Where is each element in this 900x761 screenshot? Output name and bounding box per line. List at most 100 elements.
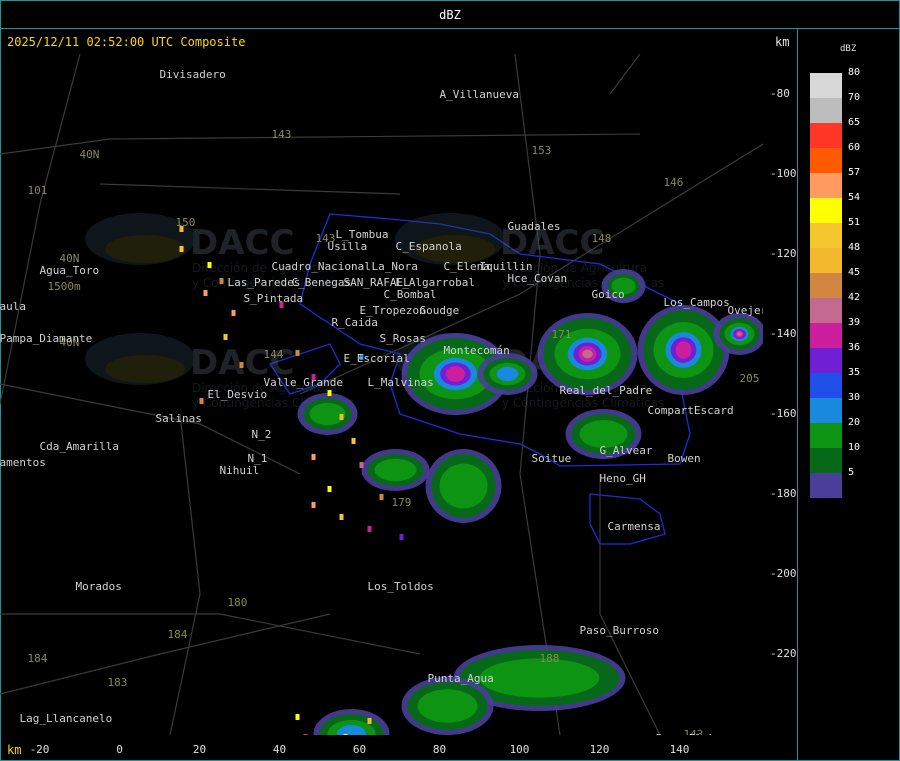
x-tick-label: 40 bbox=[272, 743, 287, 756]
road-line bbox=[609, 54, 641, 95]
legend-value: 60 bbox=[848, 142, 861, 153]
place-label: E_Escorial bbox=[344, 352, 410, 365]
place-label: Guadales bbox=[508, 220, 561, 233]
legend-swatch bbox=[810, 98, 842, 123]
storm-cell bbox=[361, 449, 430, 491]
y-tick-label: -200 bbox=[770, 567, 797, 580]
legend-value: 80 bbox=[848, 67, 861, 78]
title-bar: dBZ bbox=[0, 0, 900, 29]
place-label: Heno_GH bbox=[600, 472, 646, 485]
place-label: Real_del_Padre bbox=[560, 384, 653, 397]
place-label: S_Rosas bbox=[380, 332, 426, 345]
route-label: 150 bbox=[176, 216, 196, 229]
place-label: Pampa_Diamante bbox=[0, 332, 92, 345]
place-label: Salinas bbox=[156, 412, 202, 425]
route-label: 188 bbox=[540, 652, 560, 665]
radar-map[interactable]: DACCDirección de Agriculturay Contingenc… bbox=[0, 54, 763, 735]
legend-swatch bbox=[810, 148, 842, 173]
route-label: 153 bbox=[532, 144, 552, 157]
place-label: Nihuil bbox=[220, 464, 260, 477]
storm-cell bbox=[401, 677, 494, 735]
echo-speckle bbox=[179, 246, 184, 252]
legend-value: 65 bbox=[848, 117, 861, 128]
echo-speckle bbox=[207, 262, 212, 268]
legend-swatch bbox=[810, 448, 842, 473]
echo-speckle bbox=[231, 310, 236, 316]
legend-value: 48 bbox=[848, 242, 861, 253]
place-label: Cuadro_Nacional bbox=[272, 260, 371, 273]
legend-value: 35 bbox=[848, 367, 861, 378]
echo-speckle bbox=[295, 714, 300, 720]
y-tick-label: -220 bbox=[770, 647, 797, 660]
place-label: Valle_Grande bbox=[264, 376, 343, 389]
place-label: CompartEscard bbox=[648, 404, 734, 417]
place-label: Montecomán bbox=[444, 344, 510, 357]
echo-speckle bbox=[399, 534, 404, 540]
legend-value: 20 bbox=[848, 417, 861, 428]
route-label: 179 bbox=[392, 496, 412, 509]
place-label: Bowen bbox=[668, 452, 701, 465]
road-line bbox=[99, 183, 401, 195]
legend-swatch bbox=[810, 123, 842, 148]
place-label: C_Espanola bbox=[396, 240, 462, 253]
place-label: Hce_Covan bbox=[508, 272, 568, 285]
place-label: Paso_El_Loro bbox=[656, 732, 735, 735]
legend-swatch bbox=[810, 223, 842, 248]
y-tick-label: -100 bbox=[770, 167, 797, 180]
echo-speckle bbox=[311, 502, 316, 508]
place-label: N_2 bbox=[252, 428, 272, 441]
place-label: Morados bbox=[76, 580, 122, 593]
place-label: Usilla bbox=[328, 240, 368, 253]
echo-speckle bbox=[303, 734, 308, 735]
place-label: Agua_Toro bbox=[40, 264, 100, 277]
place-label: Las_Paredes bbox=[228, 276, 301, 289]
storm-cell bbox=[537, 313, 638, 395]
route-label: 146 bbox=[664, 176, 684, 189]
route-label: 144 bbox=[264, 348, 284, 361]
legend-value: 39 bbox=[848, 317, 861, 328]
x-tick-label: 120 bbox=[589, 743, 610, 756]
legend-value: 57 bbox=[848, 167, 861, 178]
legend-swatch bbox=[810, 248, 842, 273]
route-label: 40N bbox=[80, 148, 100, 161]
place-label: Goico bbox=[592, 288, 625, 301]
place-label: Divisadero bbox=[160, 68, 226, 81]
legend-swatch bbox=[810, 398, 842, 423]
echo-speckle bbox=[223, 334, 228, 340]
x-tick-label: 100 bbox=[509, 743, 530, 756]
place-label: Los_Toldos bbox=[368, 580, 434, 593]
road-line bbox=[169, 413, 201, 735]
place-label: Soitue bbox=[532, 452, 572, 465]
road-line bbox=[0, 54, 81, 405]
echo-speckle bbox=[367, 718, 372, 724]
watermark-logo-text: DACC bbox=[190, 223, 294, 263]
place-label: A_Villanueva bbox=[440, 88, 519, 101]
boundary-line bbox=[589, 493, 666, 545]
x-tick-label: 80 bbox=[432, 743, 447, 756]
route-label: 171 bbox=[552, 328, 572, 341]
route-label: 148 bbox=[592, 232, 612, 245]
legend-unit: dBZ bbox=[840, 44, 857, 54]
storm-cell bbox=[637, 305, 730, 395]
echo-speckle bbox=[327, 486, 332, 492]
x-tick-label: -20 bbox=[29, 743, 50, 756]
legend-swatch bbox=[810, 73, 842, 98]
legend-swatch bbox=[810, 373, 842, 398]
route-label: 184 bbox=[28, 652, 48, 665]
storm-cell bbox=[297, 393, 358, 435]
timestamp-label: 2025/12/11 02:52:00 UTC Composite bbox=[7, 35, 246, 49]
echo-speckle bbox=[339, 514, 344, 520]
place-label: La_Nora bbox=[372, 260, 418, 273]
place-label: Los_Campos bbox=[664, 296, 730, 309]
place-label: N_1 bbox=[248, 452, 268, 465]
route-label: 184 bbox=[168, 628, 188, 641]
legend-value: 5 bbox=[848, 467, 855, 478]
echo-speckle bbox=[295, 350, 300, 356]
watermark-line2: y Contingencias Climáticas bbox=[502, 396, 664, 410]
window-title: dBZ bbox=[439, 8, 461, 22]
storm-cell bbox=[425, 449, 502, 523]
x-tick-label: 20 bbox=[192, 743, 207, 756]
legend-value: 45 bbox=[848, 267, 861, 278]
legend-value: 51 bbox=[848, 217, 861, 228]
place-label: L_Malvinas bbox=[368, 376, 434, 389]
